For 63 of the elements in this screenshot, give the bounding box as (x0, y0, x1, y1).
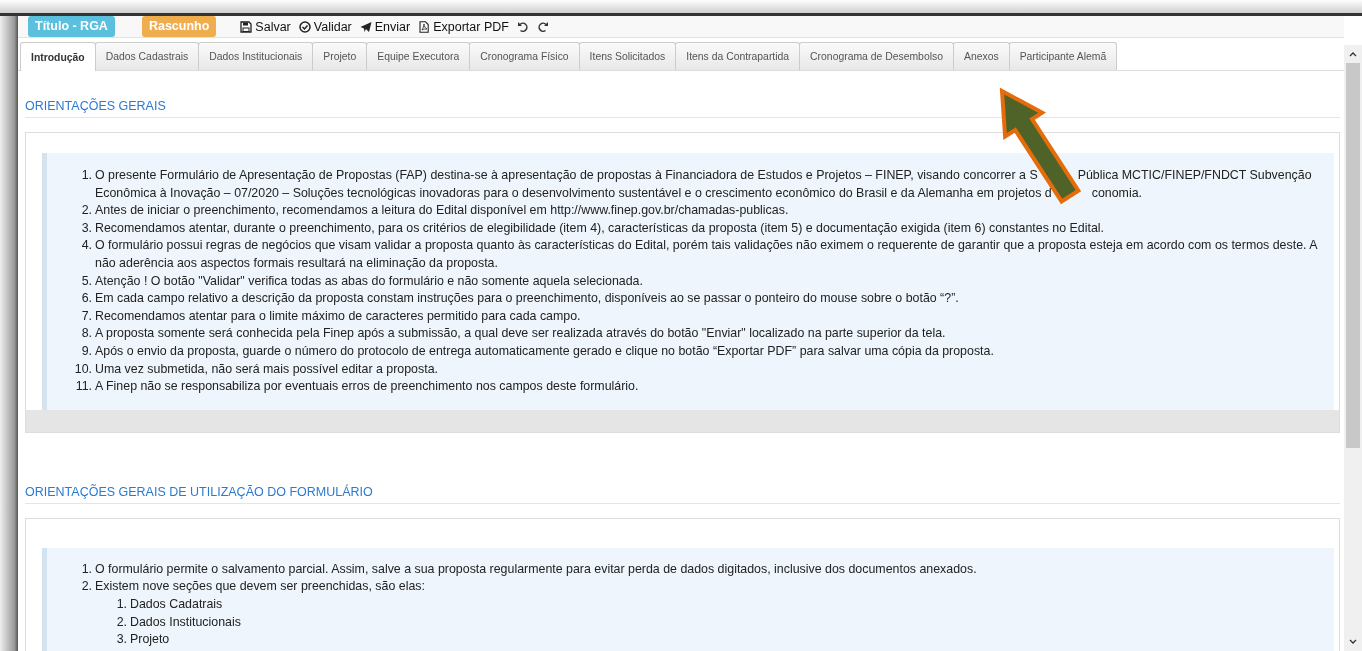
list-number: 4. (80, 237, 92, 255)
list-number: 11. (74, 378, 92, 396)
list-number: 7. (80, 307, 92, 325)
instruction-text: Uma vez submetida, não será mais possível editar a proposta. (95, 360, 439, 378)
list-number: 2. (115, 613, 127, 631)
instruction-text: Pública MCTIC/FINEP/FNDCT Subvenção (1077, 168, 1312, 182)
instruction-text: Em cada campo relativo a descrição da proposta constam instruções para o preenchimento, disponíveis ao se passar o ponteiro do mouse sobre o botão “?”. (95, 290, 960, 308)
tab[interactable]: Itens da Contrapartida (675, 42, 801, 70)
instruction-text: Após o envio da proposta, guarde o número do protocolo de entrega automaticamente gerado e clique no botão “Exportar PDF” para salvar uma cópia da proposta. (95, 342, 995, 360)
section-name: Dados Institucionais (130, 613, 242, 631)
tab[interactable]: Introdução (20, 42, 96, 71)
tab[interactable]: Projeto (312, 42, 368, 70)
list-number: 1. (80, 167, 92, 184)
tab[interactable]: Dados Institucionais (198, 42, 314, 70)
instruction-text: Recomendamos atentar, durante o preenchimento, para os critérios de elegibilidade (item 4), características da proposta (item 5) e documentação exigida (item 6) constantes no Edital. (95, 219, 1105, 237)
section-name: Dados Cadatrais (130, 595, 224, 613)
list-number: 8. (80, 325, 92, 343)
tab[interactable]: Equipe Executora (366, 42, 471, 70)
pdf-button[interactable]: Exportar PDF (418, 19, 509, 34)
list-number: 1. (80, 560, 92, 578)
scroll-thumb[interactable] (1346, 63, 1360, 448)
instruction-text: Atenção ! O botão "Validar" verifica todas as abas do formulário e não somente aquela selecionada. (95, 272, 644, 290)
list-number: 3. (115, 631, 127, 649)
section-name: Projeto (130, 631, 171, 649)
list-number: 1. (115, 595, 127, 613)
status-badge: Rascunho (141, 16, 217, 37)
instruction-text: Existem nove seções que devem ser preenchidas, são elas: (95, 578, 426, 596)
tab[interactable]: Itens Solicitados (578, 42, 677, 70)
title-badge: Título - RGA (28, 16, 115, 37)
tab[interactable]: Participante Alemã (1008, 42, 1118, 70)
list-number: 3. (80, 219, 92, 237)
section-heading: ORIENTAÇÕES GERAIS DE UTILIZAÇÃO DO FORMULÁRIO (25, 432, 1340, 504)
scrollbar[interactable] (1344, 45, 1362, 651)
instruction-text: conomia. (1091, 185, 1142, 200)
paper-plane-icon (359, 20, 372, 33)
undo-icon (516, 20, 529, 33)
list-number: 5. (80, 272, 92, 290)
instruction-text: A Finep não se responsabiliza por eventuais erros de preenchimento nos campos deste formulário. (95, 378, 640, 396)
validate-button[interactable]: Validar (298, 19, 352, 34)
pdf-file-icon (418, 20, 431, 33)
save-button[interactable]: Salvar (240, 19, 291, 34)
tab[interactable]: Anexos (952, 42, 1010, 70)
tab[interactable]: Cronograma Físico (469, 42, 580, 70)
list-number: 9. (80, 342, 92, 360)
list-number: 2. (80, 578, 92, 596)
instruction-text: Recomendamos atentar para o limite máximo de caracteres permitido para cada campo. (95, 307, 582, 325)
list-number: 2. (80, 202, 92, 220)
instruction-text: A proposta somente será conhecida pela Finep após a submissão, a qual deve ser realizada através do botão "Enviar" localizado na parte superior da tela. (95, 325, 947, 343)
tab[interactable]: Cronograma de Desembolso (799, 42, 954, 70)
instruction-text: Antes de iniciar o preenchimento, recomendamos a leitura do Edital disponível em http://www.finep.gov.br/chamadas-publicas. (95, 202, 790, 220)
instruction-text: O presente Formulário de Apresentação de Propostas (FAP) destina-se à apresentação de propostas à Financiadora de Estudos e Projetos – FINEP, visando concorrer a S (95, 168, 1038, 182)
instruction-text: O formulário possui regras de negócios que visam validar a proposta quanto às características do Edital, porém tais validações não eximem o requerente de garantir que a proposta esteja em acordo com os termos deste. A não aderência aos aspectos formais resultará na eliminação da proposta. (95, 237, 1319, 272)
redo-button[interactable] (536, 20, 549, 33)
redo-icon (536, 20, 549, 33)
list-number: 6. (80, 290, 92, 308)
instruction-text: O formulário permite o salvamento parcial. Assim, salve a sua proposta regularmente para evitar perda de dados digitados, inclusive dos documentos anexados. (95, 560, 978, 578)
tab[interactable]: Dados Cadastrais (94, 42, 200, 70)
check-circle-icon (298, 20, 311, 33)
instruction-text: Econômica à Inovação – 07/2020 – Soluções tecnológicas inovadoras para o desenvolvimento sustentável e o crescimento econômico do Brasil e da Alemanha em projetos d (95, 185, 1052, 200)
floppy-icon (240, 20, 253, 33)
list-number: 10. (73, 360, 92, 378)
undo-button[interactable] (516, 20, 529, 33)
send-button[interactable]: Enviar (359, 19, 411, 34)
